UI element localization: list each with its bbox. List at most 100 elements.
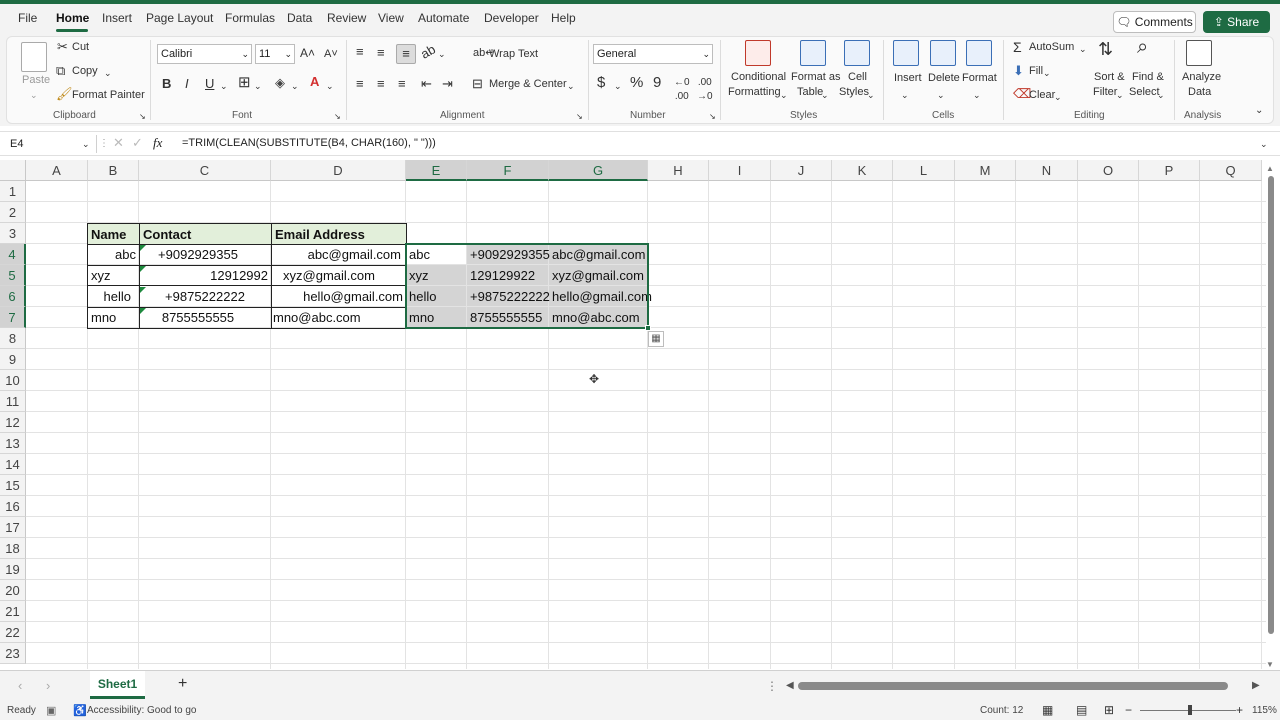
accessibility-icon[interactable]: ♿	[73, 704, 87, 718]
macro-record-icon[interactable]: ▣	[46, 704, 56, 718]
select-label[interactable]: Select	[1129, 86, 1160, 98]
font-color-dropdown-icon[interactable]: ⌄	[326, 79, 334, 93]
column-header-b[interactable]: B	[88, 160, 139, 181]
row-header-5[interactable]: 5	[0, 265, 26, 286]
worksheet-grid[interactable]: ABCDEFGHIJKLMNOPQ 1 2 3 4 5 6 7 8 9 10 11 12 13 14 15 1…	[0, 160, 1266, 669]
find-dropdown-icon[interactable]: ⌄	[1157, 88, 1165, 102]
alignment-launcher-icon[interactable]: ↘	[576, 110, 583, 124]
fill-dropdown-icon[interactable]: ⌄	[1043, 66, 1051, 80]
comma-style-icon[interactable]: 9	[653, 75, 661, 90]
fill-color-icon[interactable]: ◈	[275, 76, 285, 90]
comments-button[interactable]: 🗨 Comments	[1113, 11, 1196, 33]
table-cell[interactable]: 8755555555	[140, 307, 256, 328]
decrease-font-icon[interactable]: A˅	[324, 47, 338, 61]
confirm-entry-icon[interactable]: ✓	[132, 136, 143, 150]
tab-help[interactable]: Help	[551, 11, 576, 25]
delete-dropdown-icon[interactable]: ⌄	[937, 88, 945, 102]
decrease-indent-icon[interactable]: ⇤	[421, 77, 432, 91]
row-header-22[interactable]: 22	[0, 622, 26, 643]
table-cell[interactable]: xyz	[88, 265, 139, 286]
clear-dropdown-icon[interactable]: ⌄	[1054, 90, 1062, 104]
column-header-e[interactable]: E	[406, 160, 467, 181]
table-cell[interactable]: abc@gmail.com	[272, 244, 404, 265]
orientation-dropdown-icon[interactable]: ⌄	[438, 47, 446, 61]
tab-file[interactable]: File	[18, 11, 37, 25]
merge-dropdown-icon[interactable]: ⌄	[567, 79, 575, 93]
format-dropdown-icon[interactable]: ⌄	[973, 88, 981, 102]
next-sheet-icon[interactable]: ›	[46, 679, 50, 693]
row-header-9[interactable]: 9	[0, 349, 26, 370]
merge-center-button[interactable]: Merge & Center	[489, 78, 567, 90]
paste-button[interactable]: Paste	[22, 74, 50, 86]
insert-button[interactable]: Insert	[894, 72, 922, 84]
row-header-8[interactable]: 8	[0, 328, 26, 349]
font-size-select[interactable]: 11 ⌄	[255, 44, 295, 64]
row-header-7[interactable]: 7	[0, 307, 26, 328]
column-header-j[interactable]: J	[771, 160, 832, 181]
column-header-k[interactable]: K	[832, 160, 893, 181]
column-header-a[interactable]: A	[26, 160, 88, 181]
column-header-p[interactable]: P	[1139, 160, 1200, 181]
horizontal-scrollbar[interactable]	[798, 682, 1228, 690]
row-header-6[interactable]: 6	[0, 286, 26, 307]
scroll-right-icon[interactable]: ▶	[1252, 679, 1260, 693]
copy-button[interactable]: Copy	[72, 65, 98, 77]
row-header-1[interactable]: 1	[0, 181, 26, 202]
select-all-corner[interactable]	[0, 160, 26, 181]
font-launcher-icon[interactable]: ↘	[334, 110, 341, 124]
table-cell[interactable]: abc	[88, 244, 139, 265]
tab-insert[interactable]: Insert	[102, 11, 132, 25]
name-box[interactable]: E4	[6, 135, 92, 153]
align-left-icon[interactable]: ≡	[356, 77, 364, 91]
zoom-out-icon[interactable]: −	[1125, 703, 1132, 717]
analyze-data-icon[interactable]	[1186, 40, 1212, 66]
row-header-16[interactable]: 16	[0, 496, 26, 517]
decrease-decimal-icon[interactable]: .00 →0	[697, 76, 713, 104]
column-header-i[interactable]: I	[709, 160, 771, 181]
row-header-4[interactable]: 4	[0, 244, 26, 265]
ribbon-collapse-icon[interactable]: ⌄	[1255, 104, 1263, 118]
table-cell[interactable]: hello	[88, 286, 134, 307]
paste-icon[interactable]	[21, 42, 47, 72]
tab-view[interactable]: View	[378, 11, 404, 25]
row-header-10[interactable]: 10	[0, 370, 26, 391]
insert-function-icon[interactable]: fx	[153, 135, 162, 151]
table-cell[interactable]: 12912992	[140, 265, 271, 286]
formula-input[interactable]: =TRIM(CLEAN(SUBSTITUTE(B4, CHAR(160), " …	[182, 137, 436, 149]
number-format-select[interactable]: General ⌄	[593, 44, 713, 64]
tab-page-layout[interactable]: Page Layout	[146, 11, 213, 25]
font-name-select[interactable]: Calibri ⌄	[157, 44, 252, 64]
conditional-dropdown-icon[interactable]: ⌄	[780, 88, 788, 102]
column-header-c[interactable]: C	[139, 160, 271, 181]
error-indicator-icon[interactable]	[140, 308, 146, 314]
cut-button[interactable]: Cut	[72, 41, 89, 53]
increase-decimal-icon[interactable]: ←0.00	[674, 76, 690, 104]
font-color-icon[interactable]: A	[310, 75, 319, 89]
italic-button[interactable]: I	[185, 77, 189, 91]
align-top-icon[interactable]: ≡	[356, 45, 364, 59]
table-cell[interactable]: hello@gmail.com	[272, 286, 406, 307]
find-label[interactable]: Find &	[1132, 71, 1164, 83]
cell-styles-icon[interactable]	[844, 40, 870, 66]
more-options-icon[interactable]: ⋮	[766, 679, 778, 693]
header-cell-name[interactable]: Name	[87, 223, 140, 245]
underline-dropdown-icon[interactable]: ⌄	[220, 79, 228, 93]
add-sheet-button[interactable]: +	[178, 676, 187, 692]
cell-label[interactable]: Cell	[848, 71, 867, 83]
format-painter-button[interactable]: Format Painter	[72, 89, 145, 101]
name-box-dropdown-icon[interactable]: ⌄	[82, 137, 90, 151]
clipboard-launcher-icon[interactable]: ↘	[139, 110, 146, 124]
autosum-button[interactable]: AutoSum	[1029, 41, 1074, 53]
vertical-scrollbar[interactable]	[1268, 176, 1274, 634]
error-indicator-icon[interactable]	[140, 245, 146, 251]
format-as-table-icon[interactable]	[800, 40, 826, 66]
cancel-entry-icon[interactable]: ✕	[113, 136, 124, 150]
page-break-view-icon[interactable]: ⊞	[1104, 703, 1114, 717]
error-indicator-icon[interactable]	[140, 266, 146, 272]
autosum-dropdown-icon[interactable]: ⌄	[1079, 42, 1087, 56]
conditional-label[interactable]: Conditional	[731, 71, 786, 83]
currency-dropdown-icon[interactable]: ⌄	[614, 79, 622, 93]
sort-label[interactable]: Sort &	[1094, 71, 1125, 83]
increase-indent-icon[interactable]: ⇥	[442, 77, 453, 91]
table-dropdown-icon[interactable]: ⌄	[821, 88, 829, 102]
